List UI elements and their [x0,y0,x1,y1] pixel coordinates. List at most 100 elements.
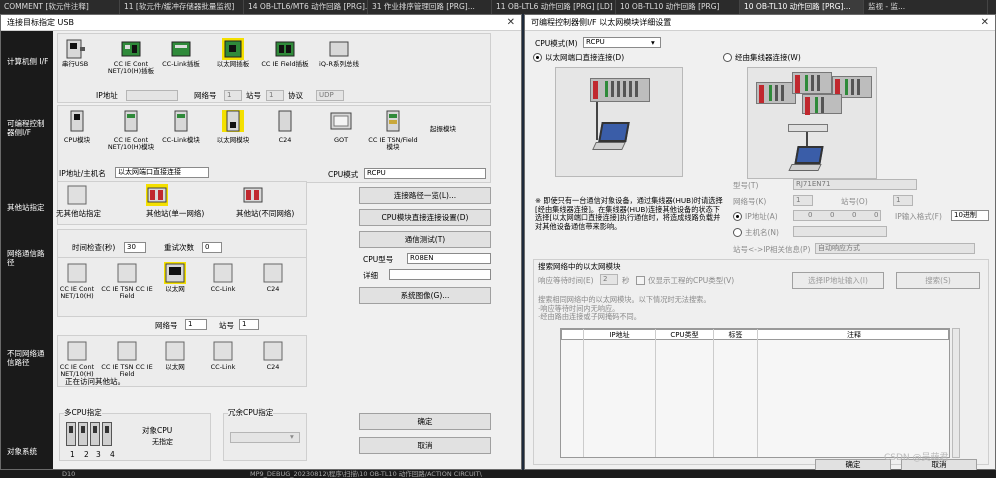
multi-cpu-group: 多CPU指定 对象CPU 无指定 1 2 3 4 [59,408,211,461]
cc-ie-cont-board-icon[interactable] [120,38,142,60]
pc-icon-label: CC IE Cont NET/10(H)插板 [107,60,155,75]
single-network-icon[interactable] [146,184,168,206]
model-select[interactable]: RJ71EN71 [793,179,917,190]
laptop-icon [598,122,630,142]
nav-other-station[interactable]: 其他站指定 [7,203,51,212]
cpu-slot-icon[interactable] [90,422,100,446]
model-label: 型号(T) [733,181,759,190]
ip-address-radio[interactable] [733,212,742,221]
nav-network-route[interactable]: 网络通信路径 [7,249,51,267]
route-station-field[interactable]: 1 [239,319,259,330]
grid-col-header[interactable]: IP地址 [584,330,656,340]
c24-module-icon[interactable] [274,110,296,132]
diff-cc-link-icon[interactable] [212,340,234,362]
close-icon[interactable]: ✕ [981,15,989,31]
watermark-text: CSDN @吴萌君 [884,453,949,463]
cc-ie-field-board-icon[interactable] [274,38,296,60]
pc-side-panel: 串行USB CC IE Cont NET/10(H)插板 CC-Link插板 以… [57,33,491,103]
grid-scrollbar[interactable] [952,328,960,458]
pc-protocol-field[interactable]: UDP [316,90,344,101]
pc-icon-label: CC-Link插板 [162,60,200,68]
grid-col-header[interactable]: 标签 [714,330,758,340]
response-wait-field[interactable]: 2 [600,274,618,285]
cancel-button[interactable]: 取消 [359,437,491,454]
pc-network-no-field[interactable]: 1 [224,90,242,101]
system-image-button[interactable]: 系统图像(G)... [359,287,491,304]
host-name-radio[interactable] [733,228,742,237]
ip-address-field[interactable]: 0 0 0 0 [793,210,881,221]
no-other-station-icon[interactable] [66,184,88,206]
direct-setting-button[interactable]: CPU模块直接连接设置(D) [359,209,491,226]
grid-col-header [562,330,584,340]
search-button[interactable]: 搜索(S) [896,272,980,289]
diff-c24-icon[interactable] [262,340,284,362]
station-ip-select[interactable]: 自动响应方式 [815,243,975,254]
network-no-field[interactable]: 1 [793,195,813,206]
pc-ip-address-field[interactable] [126,90,178,101]
route-ethernet-icon[interactable] [164,262,186,284]
pc-station-no-field[interactable]: 1 [266,90,284,101]
other-station-panel: 无其他站指定 其他站(单一网络) 其他站(不同网络) [56,181,307,225]
select-ip-input-button[interactable]: 选择IP地址输入(I) [792,272,884,289]
got-icon[interactable] [330,110,352,132]
hub-connection-radio[interactable] [723,53,732,62]
window-tab[interactable]: 10 OB-TL10 动作回路 [PRG] [616,0,740,14]
detail-field[interactable] [389,269,491,280]
nav-pc-side[interactable]: 计算机侧 I/F [7,57,51,66]
chevron-down-icon: ▾ [290,432,294,441]
grid-col-header[interactable]: 注释 [758,330,950,340]
usb-serial-icon[interactable] [64,38,86,60]
cpu-slot-icon[interactable] [78,422,88,446]
host-name-field[interactable] [793,226,887,237]
cc-link-board-icon[interactable] [170,38,192,60]
cc-ie-cont-module-icon[interactable] [120,110,142,132]
host-field[interactable]: 以太网端口直接连接 [115,167,209,178]
comm-test-button[interactable]: 通信测试(T) [359,231,491,248]
diff-cc-ie-tsn-icon[interactable] [116,340,138,362]
window-tab[interactable]: 11 OB-LTL6 动作回路 [PRG] [LD] [492,0,616,14]
timeout-field[interactable]: 30 [124,242,146,253]
window-tab[interactable]: 监视 - 监... [864,0,988,14]
window-tab[interactable]: 14 OB-LTL6/MT6 动作回路 [PRG]... [244,0,368,14]
station-no-field[interactable]: 1 [893,195,913,206]
window-tab[interactable]: 10 OB-TL10 动作回路 [PRG]... [740,0,864,14]
close-icon[interactable]: ✕ [507,15,515,31]
grid-col-header[interactable]: CPU类型 [656,330,714,340]
retry-field[interactable]: 0 [202,242,222,253]
route-cc-link-icon[interactable] [212,262,234,284]
nav-plc-side[interactable]: 可编程控制器侧I/F [7,119,51,137]
cc-ie-tsn-field-module-icon[interactable] [382,110,404,132]
ip-format-select[interactable]: 10进制 [951,210,989,221]
nav-diff-network[interactable]: 不同网络通信路径 [7,349,51,367]
direct-connection-radio[interactable] [533,53,542,62]
direct-connection-label: 以太网端口直接连接(D) [545,53,625,62]
cpu-mode-select[interactable]: RCPU [583,37,661,48]
iq-r-bus-icon[interactable] [328,38,350,60]
route-c24-icon[interactable] [262,262,284,284]
cpu-mode-field[interactable]: RCPU [364,168,486,179]
search-results-grid[interactable]: IP地址 CPU类型 标签 注释 [560,328,950,458]
cpu-module-icon[interactable] [66,110,88,132]
window-tab[interactable]: COMMENT [软元件注释] [0,0,120,14]
cpu-slot-icon[interactable] [66,422,76,446]
diff-cc-ie-cont-icon[interactable] [66,340,88,362]
window-tab[interactable]: 31 作业排序管理回路 [PRG]... [368,0,492,14]
cpu-slot-icon[interactable] [102,422,112,446]
ok-button[interactable]: 确定 [359,413,491,430]
cpu-type-field[interactable]: R08EN [407,253,491,264]
timeout-label: 时间检查(秒) [72,243,116,252]
project-cpu-only-checkbox[interactable] [636,276,645,285]
plc-icon-label: GOT [333,136,349,144]
route-network-field[interactable]: 1 [185,319,207,330]
diff-network-icon[interactable] [242,184,264,206]
ethernet-module-icon[interactable] [222,110,244,132]
route-cc-ie-cont-icon[interactable] [66,262,88,284]
window-tab[interactable]: 11 [软元件/缓冲存储器批量监视] [120,0,244,14]
laptop-icon [794,146,824,164]
nav-target-system[interactable]: 对象系统 [7,447,51,456]
cc-link-module-icon[interactable] [170,110,192,132]
diff-ethernet-icon[interactable] [164,340,186,362]
route-list-button[interactable]: 连接路径一览(L)... [359,187,491,204]
ethernet-board-icon[interactable] [222,38,244,60]
route-cc-ie-tsn-icon[interactable] [116,262,138,284]
